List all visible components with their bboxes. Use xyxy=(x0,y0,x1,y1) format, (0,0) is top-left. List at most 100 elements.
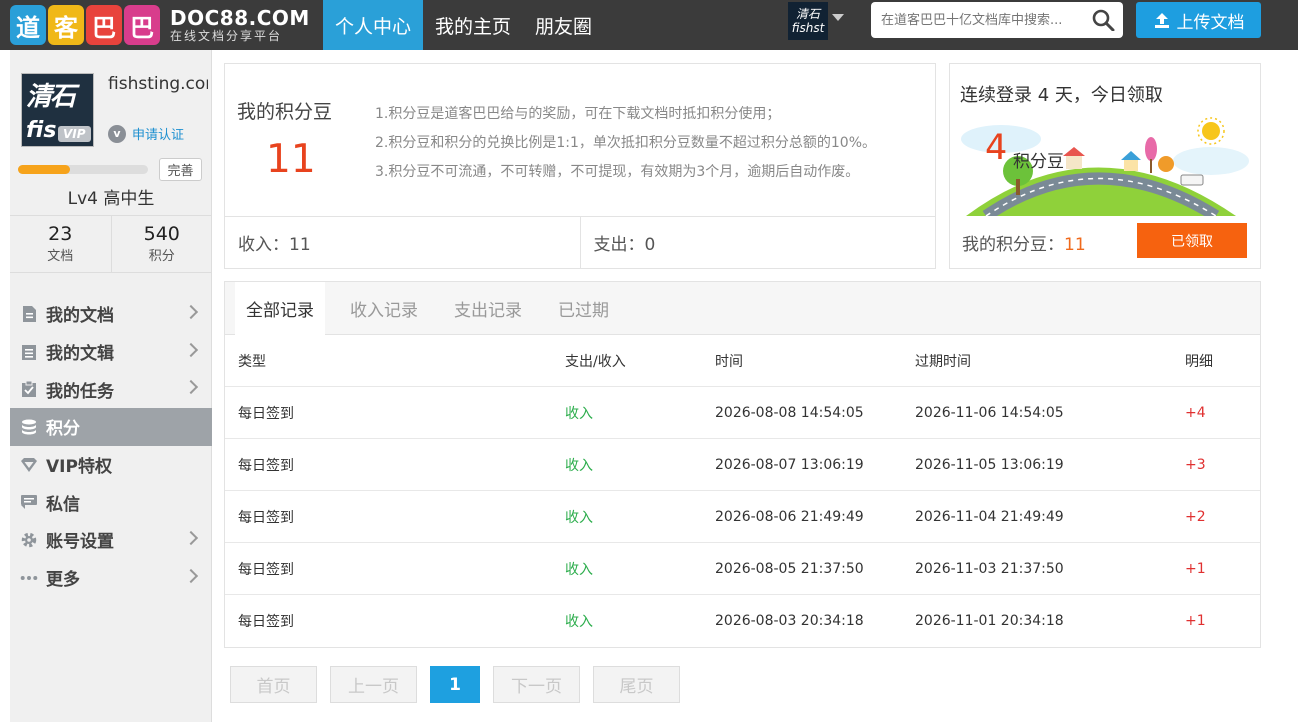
document-icon xyxy=(20,305,38,323)
cell-detail: +3 xyxy=(1185,457,1206,473)
tab-income-records[interactable]: 收入记录 xyxy=(339,282,429,335)
search-box xyxy=(871,2,1123,38)
cell-direction: 收入 xyxy=(565,614,593,630)
sidebar-item-label: 私信 xyxy=(46,494,80,515)
cell-expire: 2026-11-06 14:54:05 xyxy=(915,405,1064,421)
upload-icon xyxy=(1154,13,1169,28)
cell-direction: 收入 xyxy=(565,562,593,578)
caret-down-icon[interactable] xyxy=(832,14,844,21)
user-menu-avatar[interactable]: 清石 fishst xyxy=(788,2,828,40)
cell-detail: +1 xyxy=(1185,561,1206,577)
next-page-button[interactable]: 下一页 xyxy=(493,666,580,703)
signin-footer: 我的积分豆：11 xyxy=(962,230,1086,255)
top-bar: 道 客 巴 巴 DOC88.COM 在线文档分享平台 个人中心 我的主页 朋友圈… xyxy=(0,0,1298,50)
sidebar-item-label: 我的文辑 xyxy=(46,344,114,365)
cell-type: 每日签到 xyxy=(238,562,294,578)
beans-rules: 1.积分豆是道客巴巴给与的奖励，可在下载文档时抵扣积分使用； 2.积分豆和积分的… xyxy=(375,100,876,187)
logo-tile: 客 xyxy=(48,5,84,45)
prev-page-button[interactable]: 上一页 xyxy=(330,666,417,703)
chevron-right-icon xyxy=(183,568,199,583)
daily-signin-panel: 连续登录 4 天，今日领取 4 积分豆 我的积分豆：11 已领取 xyxy=(949,63,1261,269)
stat-label: 文档 xyxy=(47,249,74,264)
tab-all-records[interactable]: 全部记录 xyxy=(235,282,325,335)
rule-line: 3.积分豆不可流通，不可转赠，不可提现，有效期为3个月，逾期后自动作废。 xyxy=(375,164,860,180)
cell-expire: 2026-11-03 21:37:50 xyxy=(915,561,1064,577)
site-logo[interactable]: 道 客 巴 巴 DOC88.COM 在线文档分享平台 xyxy=(10,2,310,48)
rule-line: 1.积分豆是道客巴巴给与的奖励，可在下载文档时抵扣积分使用； xyxy=(375,106,781,122)
sidebar-item-label: 积分 xyxy=(46,419,80,440)
verified-icon: v xyxy=(108,124,126,143)
table-row: 每日签到 收入 2026-08-06 21:49:49 2026-11-04 2… xyxy=(225,491,1260,543)
avatar[interactable]: 清石 fis VIP xyxy=(21,73,94,147)
cell-expire: 2026-11-05 13:06:19 xyxy=(915,457,1064,473)
stat-label: 积分 xyxy=(148,249,175,264)
beans-expense: 支出：0 xyxy=(579,217,936,268)
signin-title: 连续登录 4 天，今日领取 xyxy=(960,85,1163,106)
upload-label: 上传文档 xyxy=(1176,12,1245,33)
cell-direction: 收入 xyxy=(565,510,593,526)
records-panel: 全部记录 收入记录 支出记录 已过期 类型 支出/收入 时间 过期时间 明细 每… xyxy=(224,281,1261,648)
page-1-button[interactable]: 1 xyxy=(430,666,480,703)
sidebar-item-more[interactable]: 更多 xyxy=(10,559,212,597)
cell-type: 每日签到 xyxy=(238,614,294,630)
user-level: Lv4 高中生 xyxy=(67,189,155,209)
logo-tile: 道 xyxy=(10,5,46,45)
table-row: 每日签到 收入 2026-08-08 14:54:05 2026-11-06 1… xyxy=(225,387,1260,439)
username[interactable]: fishsting.com xyxy=(108,74,208,94)
more-icon xyxy=(20,569,38,587)
complete-profile-button[interactable]: 完善 xyxy=(159,158,202,181)
claimed-button[interactable]: 已领取 xyxy=(1137,223,1247,258)
table-header: 类型 支出/收入 时间 过期时间 明细 xyxy=(225,335,1260,387)
rule-line: 2.积分豆和积分的兑换比例是1:1，单次抵扣积分豆数量不超过积分总额的10%。 xyxy=(375,135,877,151)
stat-documents[interactable]: 23 文档 xyxy=(10,216,111,272)
last-page-button[interactable]: 尾页 xyxy=(593,666,680,703)
sidebar-item-my-documents[interactable]: 我的文档 xyxy=(10,295,212,333)
cell-time: 2026-08-07 13:06:19 xyxy=(715,457,864,473)
vip-badge: VIP xyxy=(58,126,91,142)
brand: DOC88.COM 在线文档分享平台 xyxy=(170,7,310,43)
level-progress-bar xyxy=(18,165,148,174)
logo-tiles: 道 客 巴 巴 xyxy=(10,5,160,45)
sidebar-item-my-collections[interactable]: 我的文辑 xyxy=(10,333,212,371)
cell-type: 每日签到 xyxy=(238,458,294,474)
stat-points[interactable]: 540 积分 xyxy=(110,216,213,272)
sidebar-item-points[interactable]: 积分 xyxy=(10,408,212,446)
sidebar-item-vip[interactable]: VIP特权 xyxy=(10,446,212,484)
verify-link[interactable]: v 申请认证 xyxy=(108,124,184,143)
col-direction: 支出/收入 xyxy=(565,354,626,370)
user-mini-line2: fishst xyxy=(791,21,825,35)
task-icon xyxy=(20,380,38,398)
user-stats: 23 文档 540 积分 xyxy=(10,215,212,273)
logo-tile: 巴 xyxy=(124,5,160,45)
avatar-text-bottom: fis xyxy=(26,118,57,143)
table-row: 每日签到 收入 2026-08-05 21:37:50 2026-11-03 2… xyxy=(225,543,1260,595)
my-beans-value: 11 xyxy=(1064,235,1086,255)
stat-value: 540 xyxy=(143,223,180,245)
signin-reward-unit: 积分豆 xyxy=(1013,152,1064,172)
col-expire: 过期时间 xyxy=(915,354,971,370)
cell-expire: 2026-11-04 21:49:49 xyxy=(915,509,1064,525)
beans-summary: 收入：11 支出：0 xyxy=(225,216,935,268)
nav-my-homepage[interactable]: 我的主页 xyxy=(423,0,523,50)
cell-time: 2026-08-05 21:37:50 xyxy=(715,561,864,577)
nav-personal-center[interactable]: 个人中心 xyxy=(323,0,424,50)
stat-value: 23 xyxy=(48,223,73,245)
sidebar-item-account-settings[interactable]: 账号设置 xyxy=(10,521,212,559)
upload-document-button[interactable]: 上传文档 xyxy=(1136,2,1261,38)
first-page-button[interactable]: 首页 xyxy=(230,666,317,703)
sidebar-item-messages[interactable]: 私信 xyxy=(10,483,212,521)
chevron-right-icon xyxy=(183,380,199,395)
sidebar-item-my-tasks[interactable]: 我的任务 xyxy=(10,370,212,408)
cell-detail: +2 xyxy=(1185,509,1206,525)
beans-title: 我的积分豆 xyxy=(237,101,333,123)
search-input[interactable] xyxy=(871,2,1086,38)
signin-reward-number: 4 xyxy=(985,128,1008,168)
tab-expense-records[interactable]: 支出记录 xyxy=(443,282,533,335)
tab-expired[interactable]: 已过期 xyxy=(547,282,620,335)
logo-tile: 巴 xyxy=(86,5,122,45)
nav-friends[interactable]: 朋友圈 xyxy=(523,0,604,50)
main-nav: 个人中心 我的主页 朋友圈 xyxy=(323,0,604,50)
col-detail: 明细 xyxy=(1185,354,1213,370)
user-mini-line1: 清石 xyxy=(795,7,820,21)
search-icon[interactable] xyxy=(1091,9,1115,31)
